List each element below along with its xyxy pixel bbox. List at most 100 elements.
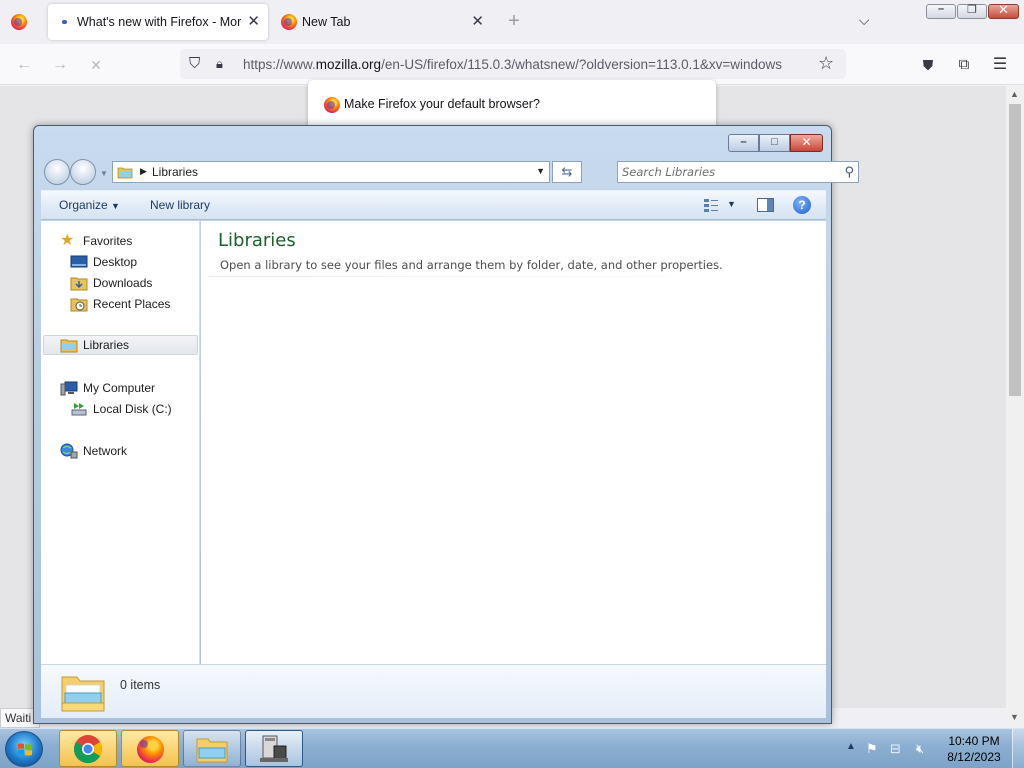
nav-item-desktop[interactable]: Desktop xyxy=(70,252,137,272)
show-desktop-button[interactable] xyxy=(1012,729,1024,768)
search-icon[interactable]: ⚲ xyxy=(844,164,854,180)
url-bar[interactable]: ⛉ 🔒︎ https://www.mozilla.org/en-US/firef… xyxy=(180,49,846,79)
firefox-tab-bar: What's new with Firefox - More ✕ New Tab… xyxy=(0,0,1024,44)
address-dropdown-icon[interactable]: ▼ xyxy=(536,166,545,176)
firefox-favicon-icon xyxy=(281,14,297,30)
firefox-icon xyxy=(137,736,164,763)
tab-title: New Tab xyxy=(302,15,351,29)
minimize-button[interactable]: – xyxy=(926,3,956,19)
preview-pane-icon[interactable] xyxy=(757,198,774,212)
bookmark-star-icon[interactable]: ☆ xyxy=(818,53,834,74)
heading-divider xyxy=(209,276,812,277)
clock-time: 10:40 PM xyxy=(948,734,1000,748)
change-view-icon[interactable] xyxy=(703,197,719,213)
nav-label: Downloads xyxy=(93,276,153,290)
taskbar-explorer-button[interactable] xyxy=(183,730,241,767)
address-row: ▼ ▶ Libraries ▼ ⇆ ⚲ xyxy=(42,159,859,187)
organize-button[interactable]: Organize ▼ xyxy=(59,198,120,212)
tab-close-icon[interactable]: ✕ xyxy=(471,14,484,29)
details-pane: 0 items xyxy=(41,664,826,718)
restore-button[interactable]: ❐ xyxy=(957,4,987,19)
breadcrumb-arrow-icon[interactable]: ▶ xyxy=(140,166,147,177)
libraries-folder-icon xyxy=(117,167,133,179)
installer-icon xyxy=(260,735,288,762)
tab-new-tab[interactable]: New Tab ✕ xyxy=(270,4,492,40)
new-library-button[interactable]: New library xyxy=(150,198,210,212)
content-pane: Libraries Open a library to see your fil… xyxy=(201,221,826,664)
show-hidden-icons-icon[interactable]: ▲ xyxy=(846,741,856,752)
hard-disk-icon xyxy=(71,403,87,416)
nav-label: Recent Places xyxy=(93,297,171,311)
stop-loading-icon[interactable]: ✕ xyxy=(86,55,106,75)
help-icon[interactable]: ? xyxy=(793,196,811,214)
scroll-down-arrow-icon[interactable]: ▼ xyxy=(1010,712,1019,722)
taskbar-chrome-button[interactable] xyxy=(59,730,117,767)
nav-label: Libraries xyxy=(83,338,130,352)
computer-icon xyxy=(60,381,78,396)
hamburger-menu-icon[interactable]: ☰ xyxy=(990,55,1010,75)
extensions-icon[interactable]: ⧉ xyxy=(954,55,974,75)
nav-item-downloads[interactable]: Downloads xyxy=(70,273,152,293)
lock-icon[interactable]: 🔒︎ xyxy=(216,56,223,72)
nav-item-libraries[interactable]: Libraries xyxy=(43,335,198,355)
nav-item-local-disk[interactable]: Local Disk (C:) xyxy=(70,399,172,419)
action-center-flag-icon[interactable]: ⚑ xyxy=(866,741,878,757)
nav-label: Desktop xyxy=(93,255,138,269)
refresh-icon[interactable]: ⇆ xyxy=(552,161,582,183)
nav-item-network[interactable]: Network xyxy=(60,441,127,461)
search-input[interactable] xyxy=(622,164,832,180)
downloads-folder-icon xyxy=(70,277,88,291)
back-arrow-icon[interactable]: ← xyxy=(14,55,34,75)
explorer-close-button[interactable]: ✕ xyxy=(790,134,823,152)
nav-item-my-computer[interactable]: My Computer xyxy=(60,378,155,398)
tracking-shield-icon[interactable]: ⛉ xyxy=(189,55,200,72)
forward-button[interactable] xyxy=(70,159,96,185)
taskbar-installer-button[interactable] xyxy=(245,730,303,767)
page-scrollbar[interactable]: ▲ ▼ xyxy=(1006,86,1024,728)
firefox-menu-icon[interactable] xyxy=(11,14,27,30)
explorer-icon xyxy=(196,738,228,763)
search-box[interactable]: ⚲ xyxy=(617,161,859,183)
desktop-icon xyxy=(70,255,88,268)
list-all-tabs-icon[interactable]: ⌵ xyxy=(854,12,874,32)
nav-item-recent-places[interactable]: Recent Places xyxy=(70,294,170,314)
firefox-nav-bar: ← → ✕ ⛉ 🔒︎ https://www.mozilla.org/en-US… xyxy=(0,44,1024,85)
breadcrumb-libraries[interactable]: Libraries xyxy=(152,165,198,179)
url-text[interactable]: https://www.mozilla.org/en-US/firefox/11… xyxy=(243,57,808,72)
nav-item-favorites[interactable]: ★ Favorites xyxy=(60,231,132,251)
scroll-up-arrow-icon[interactable]: ▲ xyxy=(1010,89,1019,99)
firefox-logo-icon xyxy=(324,97,340,113)
recent-pages-dropdown-icon[interactable]: ▼ xyxy=(100,169,108,178)
back-button[interactable] xyxy=(44,159,70,185)
windows-logo-icon xyxy=(18,743,32,756)
scroll-thumb[interactable] xyxy=(1009,104,1021,396)
explorer-window-controls: – □ ✕ xyxy=(728,134,823,152)
pocket-icon[interactable]: ⛊ xyxy=(918,55,938,75)
tab-whats-new[interactable]: What's new with Firefox - More ✕ xyxy=(48,4,268,40)
system-clock[interactable]: 10:40 PM 8/12/2023 xyxy=(934,733,1014,765)
nav-label: Local Disk (C:) xyxy=(93,402,172,416)
organize-dropdown-icon: ▼ xyxy=(111,201,120,211)
new-tab-button[interactable]: + xyxy=(504,10,524,32)
item-count: 0 items xyxy=(120,678,161,692)
explorer-maximize-button[interactable]: □ xyxy=(759,134,790,152)
tab-close-icon[interactable]: ✕ xyxy=(247,14,260,29)
libraries-icon xyxy=(60,339,78,353)
address-bar[interactable]: ▶ Libraries ▼ xyxy=(112,161,550,183)
default-browser-prompt-text: Make Firefox your default browser? xyxy=(344,97,540,111)
close-button[interactable]: ✕ xyxy=(988,2,1019,19)
tab-title: What's new with Firefox - More xyxy=(77,15,241,29)
view-dropdown-icon[interactable]: ▼ xyxy=(727,199,736,209)
nav-label: My Computer xyxy=(83,381,156,395)
command-bar: Organize ▼ New library ▼ ? xyxy=(41,190,826,220)
nav-label: Network xyxy=(83,444,128,458)
clock-date: 8/12/2023 xyxy=(947,750,1001,764)
tab-favicon-icon xyxy=(62,20,67,24)
start-button[interactable] xyxy=(5,731,43,767)
network-status-icon[interactable]: ⊟ xyxy=(890,741,901,757)
explorer-minimize-button[interactable]: – xyxy=(728,134,759,152)
libraries-description: Open a library to see your files and arr… xyxy=(220,258,723,272)
forward-arrow-icon[interactable]: → xyxy=(50,55,70,75)
taskbar-firefox-button[interactable] xyxy=(121,730,179,767)
volume-muted-icon[interactable]: 🔇︎ xyxy=(916,741,924,757)
